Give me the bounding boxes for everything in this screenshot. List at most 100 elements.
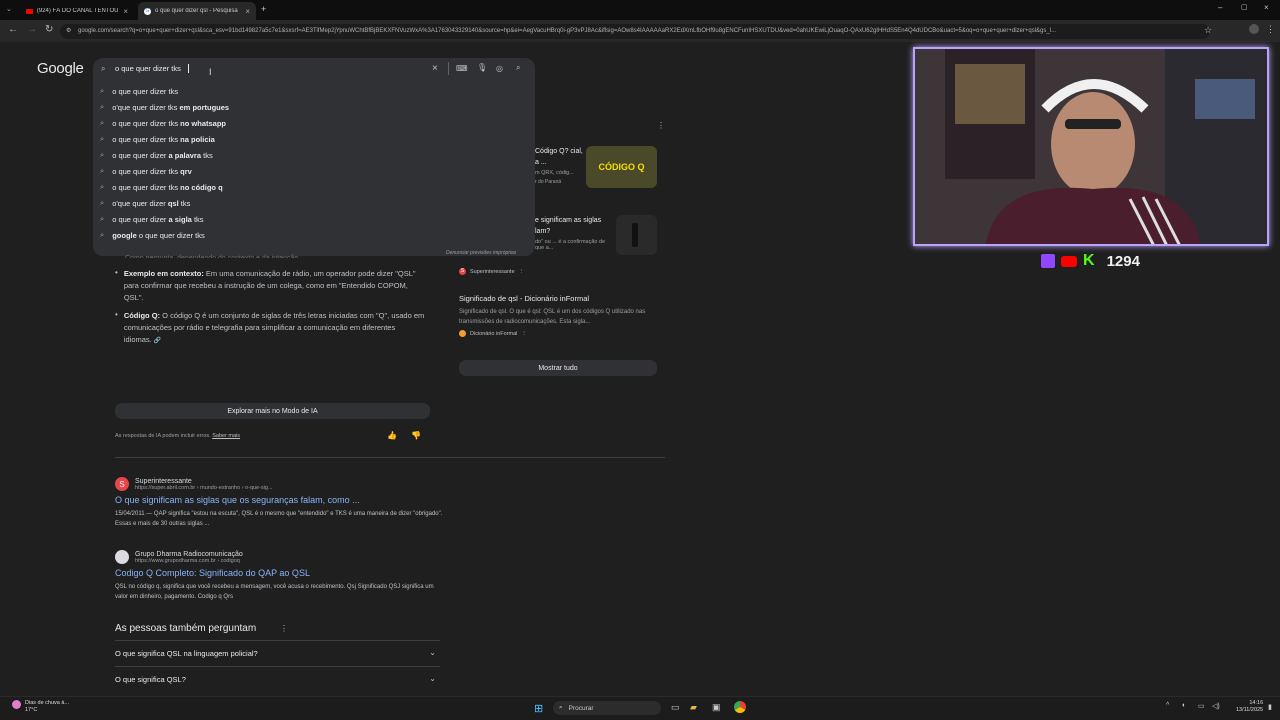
twitch-icon bbox=[1041, 254, 1055, 268]
show-all-button[interactable]: Mostrar tudo bbox=[459, 360, 657, 376]
suggestion-item[interactable]: ⌕ o que quer dizer tks bbox=[100, 86, 178, 96]
volume-icon[interactable]: ◁) bbox=[1212, 702, 1220, 710]
url-text: google.com/search?q=o+que+quer+dizer+qsl… bbox=[78, 28, 1057, 34]
side-card[interactable]: Código Q? cial, a ... m QRX, códig... r … bbox=[535, 146, 660, 202]
card-snippet: do" ou ... é a confirmação de que a... bbox=[535, 239, 606, 251]
task-view-icon[interactable]: ▭ bbox=[671, 702, 680, 713]
search-result: Grupo Dharma Radiocomunicação https://ww… bbox=[115, 550, 445, 602]
tab-youtube[interactable]: (924) FÃ DO CANAL TENTOU F × bbox=[20, 2, 134, 20]
card-source: Dicionário inFormal ⋮ bbox=[459, 330, 659, 337]
file-explorer-icon[interactable]: ▰ bbox=[690, 702, 697, 713]
lens-icon[interactable]: ◎ bbox=[496, 64, 503, 73]
tray-chevron-icon[interactable]: ^ bbox=[1166, 702, 1169, 709]
suggestion-item[interactable]: ⌕ o que quer dizer tks no whatsapp bbox=[100, 118, 226, 128]
microphone-icon[interactable]: 🎙 bbox=[477, 63, 487, 72]
search-input[interactable]: o que quer dizer tks bbox=[115, 64, 181, 73]
suggestion-item[interactable]: ⌕ o'que quer dizer tks em portugues bbox=[100, 102, 229, 112]
ai-bullet: • Código Q: O código Q é um conjunto de … bbox=[115, 310, 425, 347]
more-options-icon[interactable]: ⋮ bbox=[657, 121, 665, 130]
link-icon[interactable]: 🔗 bbox=[154, 338, 161, 344]
paa-question[interactable]: O que significa QSL na linguagem policia… bbox=[115, 640, 440, 658]
suggestion-item[interactable]: ⌕ o'que quer dizer qsl tks bbox=[100, 198, 190, 208]
suggestion-item[interactable]: ⌕ o que quer dizer tks no código q bbox=[100, 182, 223, 192]
superinteressante-favicon: S bbox=[115, 477, 129, 491]
text-cursor bbox=[188, 64, 189, 73]
chrome-icon[interactable] bbox=[734, 701, 746, 713]
result-title-link[interactable]: O que significam as siglas que os segura… bbox=[115, 495, 445, 505]
google-logo[interactable]: Google bbox=[37, 60, 84, 77]
clock-date: 13/11/2025 bbox=[1236, 707, 1264, 713]
weather-widget[interactable]: Dias de chuva à... 17°C bbox=[25, 700, 69, 714]
suggestion-item[interactable]: ⌕ o que quer dizer tks na policia bbox=[100, 134, 215, 144]
side-card[interactable]: Significado de qsl - Dicionário inFormal… bbox=[459, 294, 659, 337]
suggestion-item[interactable]: ⌕ o que quer dizer tks qrv bbox=[100, 166, 192, 176]
browser-tab-bar: ⌄ (924) FÃ DO CANAL TENTOU F × G o que q… bbox=[0, 0, 1280, 20]
card-title: Código Q? cial, a ... bbox=[535, 148, 583, 166]
learn-more-link[interactable]: Saber mais bbox=[212, 433, 240, 439]
notification-icon[interactable]: ▮ bbox=[1268, 703, 1272, 711]
suggestion-item[interactable]: ⌕ o que quer dizer a palavra tks bbox=[100, 150, 213, 160]
weather-icon[interactable] bbox=[12, 700, 21, 709]
window-close-icon[interactable]: × bbox=[1264, 3, 1269, 12]
clear-icon[interactable]: × bbox=[432, 63, 438, 74]
close-icon[interactable]: × bbox=[245, 7, 250, 16]
tab-list-icon[interactable]: ⌄ bbox=[6, 5, 12, 13]
weather-temp: 17°C bbox=[25, 707, 38, 713]
new-tab-icon[interactable]: + bbox=[261, 4, 266, 14]
result-title-link[interactable]: Codigo Q Completo: Significado do QAP ao… bbox=[115, 568, 445, 578]
thumbs-down-icon[interactable]: 👎 bbox=[411, 431, 421, 440]
tab-search[interactable]: G o que quer dizer qsl - Pesquisa × bbox=[138, 2, 256, 20]
close-icon[interactable]: × bbox=[123, 7, 128, 16]
divider bbox=[448, 62, 449, 75]
more-options-icon[interactable]: ⋮ bbox=[519, 269, 525, 275]
suggestion-text: o que quer dizer a palavra tks bbox=[112, 150, 213, 160]
source-label: Superinteressante bbox=[470, 268, 515, 275]
minimize-icon[interactable]: – bbox=[1218, 3, 1222, 12]
windows-start-icon[interactable]: ⊞ bbox=[534, 702, 543, 715]
clock[interactable]: 14:16 13/11/2025 bbox=[1236, 700, 1263, 714]
suggestion-text: o que quer dizer a sigla tks bbox=[112, 214, 204, 224]
site-info-icon[interactable]: ⚙ bbox=[66, 27, 71, 34]
result-url[interactable]: https://www.grupodharma.com.br › codigoq bbox=[135, 558, 243, 564]
profile-avatar[interactable] bbox=[1249, 24, 1259, 34]
suggestion-text: o'que quer dizer tks em portugues bbox=[112, 102, 230, 112]
search-icon: ⌕ bbox=[100, 86, 105, 95]
reload-icon[interactable]: ↻ bbox=[45, 24, 53, 35]
result-snippet: 15/04/2011 — QAP significa "estou na esc… bbox=[115, 511, 443, 527]
side-card[interactable]: e significam as siglas lam? do" ou ... é… bbox=[535, 215, 660, 265]
back-icon[interactable]: ← bbox=[8, 24, 18, 35]
youtube-icon bbox=[1061, 255, 1077, 267]
star-icon[interactable]: ☆ bbox=[1204, 25, 1212, 36]
more-options-icon[interactable]: ⋮ bbox=[280, 624, 288, 633]
bullet-head: Exemplo em contexto: bbox=[123, 269, 204, 278]
tray-app-icon[interactable]: ◐ bbox=[1182, 702, 1186, 709]
maximize-icon[interactable]: ▢ bbox=[1241, 3, 1248, 11]
thumbs-up-icon[interactable]: 👍 bbox=[387, 431, 397, 440]
taskbar-search[interactable]: ⌕ Procurar bbox=[553, 701, 661, 715]
more-options-icon[interactable]: ⋮ bbox=[521, 331, 527, 337]
paa-question[interactable]: O que significa QSL? ⌄ bbox=[115, 666, 440, 684]
webcam-overlay bbox=[913, 47, 1269, 246]
keyboard-icon[interactable]: ⌨ bbox=[456, 64, 468, 73]
suggestion-item[interactable]: ⌕ o que quer dizer a sigla tks bbox=[100, 214, 204, 224]
follower-count: 1294 bbox=[1106, 252, 1140, 270]
card-title: Significado de qsl - Dicionário inFormal bbox=[459, 294, 590, 303]
search-submit-icon[interactable]: ⌕ bbox=[516, 63, 520, 73]
suggestion-item[interactable]: ⌕ google o que quer dizer tks bbox=[100, 230, 205, 240]
network-icon[interactable]: ▭ bbox=[1198, 702, 1205, 710]
report-link[interactable]: Denunciar previsões impróprias bbox=[446, 250, 516, 256]
suggestion-text: o que quer dizer tks na policia bbox=[112, 134, 215, 144]
result-url[interactable]: https://super.abril.com.br › mundo-estra… bbox=[135, 485, 273, 491]
explore-ai-mode-button[interactable]: Explorar mais no Modo de IA bbox=[115, 403, 430, 419]
card-thumbnail: CÓDIGO Q bbox=[586, 146, 657, 188]
store-icon[interactable]: ▣ bbox=[712, 702, 721, 713]
search-icon: ⌕ bbox=[100, 214, 105, 223]
result-site: Superinteressante bbox=[135, 477, 192, 485]
search-icon: ⌕ bbox=[100, 198, 105, 207]
forward-icon[interactable]: → bbox=[27, 24, 37, 35]
search-icon: ⌕ bbox=[100, 150, 105, 159]
search-icon: ⌕ bbox=[100, 118, 105, 127]
menu-icon[interactable]: ⋮ bbox=[1266, 24, 1275, 35]
address-bar[interactable]: ⚙ google.com/search?q=o+que+quer+dizer+q… bbox=[60, 24, 1210, 39]
suggestion-text: o'que quer dizer qsl tks bbox=[112, 198, 191, 208]
